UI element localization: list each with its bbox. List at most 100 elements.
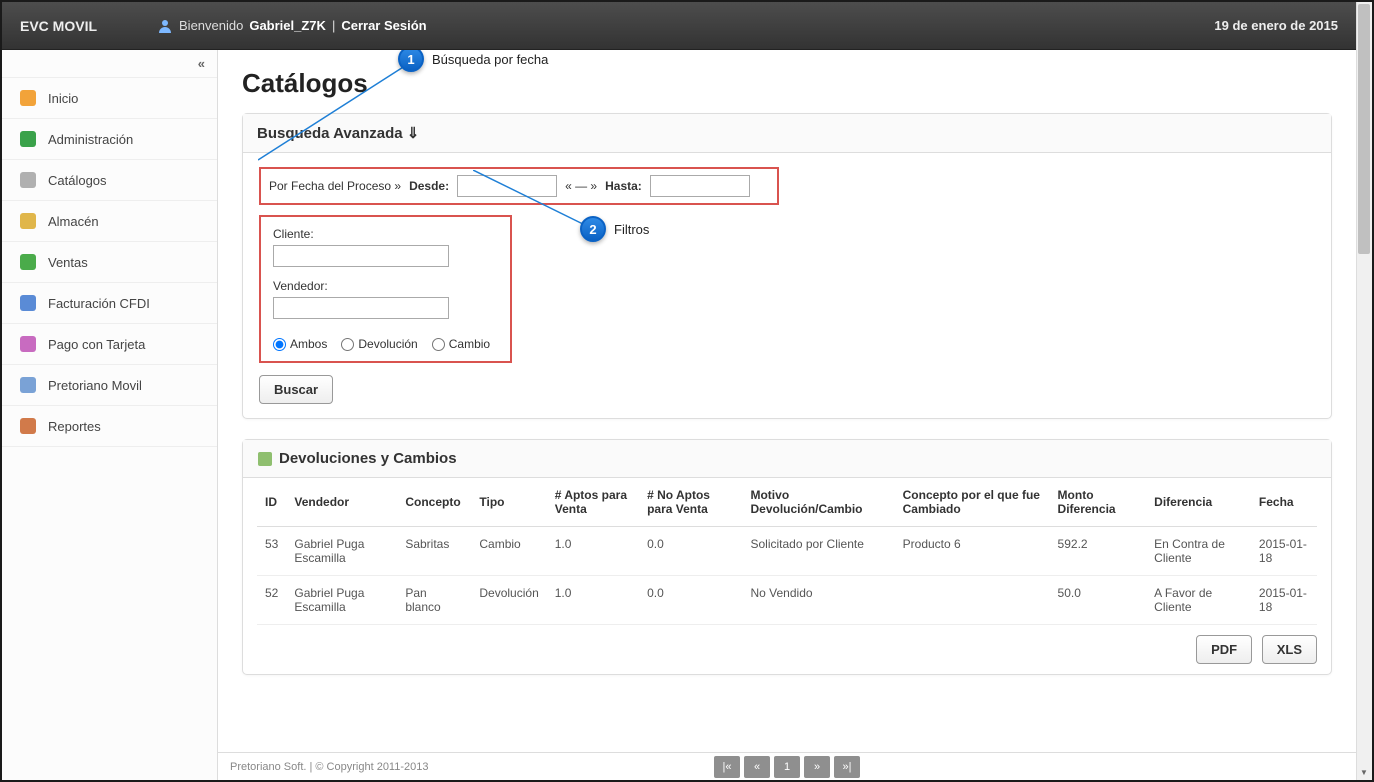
sales-icon (20, 254, 36, 270)
table-cell: 52 (257, 576, 286, 625)
sidebar-item-almacén[interactable]: Almacén (2, 201, 217, 242)
range-separator: « — » (565, 179, 597, 193)
mobile-icon (20, 377, 36, 393)
logout-link[interactable]: Cerrar Sesión (341, 18, 426, 33)
table-header: Diferencia (1146, 478, 1251, 527)
table-cell: Pan blanco (397, 576, 471, 625)
hasta-input[interactable] (650, 175, 750, 197)
username-label: Gabriel_Z7K (249, 18, 326, 33)
table-header: Tipo (471, 478, 546, 527)
callout-1-text: Búsqueda por fecha (432, 52, 548, 67)
table-cell: Gabriel Puga Escamilla (286, 576, 397, 625)
table-cell: 2015-01-18 (1251, 576, 1317, 625)
app-brand: EVC MOVIL (20, 18, 97, 34)
main-content: Catálogos 1 Búsqueda por fecha 2 Filtros… (218, 50, 1356, 780)
pager-page[interactable]: 1 (774, 756, 800, 778)
cliente-label: Cliente: (273, 227, 498, 241)
sidebar-item-label: Pago con Tarjeta (48, 337, 145, 352)
radio-ambos[interactable]: Ambos (273, 337, 327, 351)
hasta-label: Hasta: (605, 179, 642, 193)
search-button[interactable]: Buscar (259, 375, 333, 404)
pager-last[interactable]: »| (834, 756, 860, 778)
table-cell: 50.0 (1050, 576, 1147, 625)
window-scrollbar[interactable]: ▲ ▼ (1356, 2, 1372, 780)
date-filter-label: Por Fecha del Proceso » (269, 179, 401, 193)
sidebar-item-label: Catálogos (48, 173, 107, 188)
date-filter-group: Por Fecha del Proceso » Desde: « — » Has… (259, 167, 779, 205)
radio-cambio[interactable]: Cambio (432, 337, 490, 351)
radio-devolucion[interactable]: Devolución (341, 337, 417, 351)
sidebar-item-label: Pretoriano Movil (48, 378, 142, 393)
header-date: 19 de enero de 2015 (1214, 18, 1338, 33)
scroll-down-icon[interactable]: ▼ (1358, 766, 1370, 778)
admin-icon (20, 131, 36, 147)
pager-next[interactable]: » (804, 756, 830, 778)
table-cell: 0.0 (639, 527, 742, 576)
callout-2-badge: 2 (580, 216, 606, 242)
table-header: Fecha (1251, 478, 1317, 527)
sidebar-item-pago-con-tarjeta[interactable]: Pago con Tarjeta (2, 324, 217, 365)
table-cell: Sabritas (397, 527, 471, 576)
user-icon (157, 18, 173, 34)
sidebar-item-label: Almacén (48, 214, 99, 229)
export-pdf-button[interactable]: PDF (1196, 635, 1252, 664)
sidebar-item-label: Ventas (48, 255, 88, 270)
table-header: Monto Diferencia (1050, 478, 1147, 527)
desde-input[interactable] (457, 175, 557, 197)
table-cell: Cambio (471, 527, 546, 576)
sidebar-item-label: Inicio (48, 91, 78, 106)
table-header: Vendedor (286, 478, 397, 527)
table-cell: Solicitado por Cliente (742, 527, 894, 576)
card-icon (20, 336, 36, 352)
table-cell (895, 576, 1050, 625)
table-cell: 2015-01-18 (1251, 527, 1317, 576)
search-panel-header[interactable]: Busqueda Avanzada ⇓ (243, 114, 1331, 153)
export-xls-button[interactable]: XLS (1262, 635, 1317, 664)
returns-icon (257, 451, 273, 467)
table-cell: 1.0 (547, 576, 639, 625)
table-cell: 0.0 (639, 576, 742, 625)
pager-prev[interactable]: « (744, 756, 770, 778)
sidebar-item-label: Reportes (48, 419, 101, 434)
sidebar-item-catálogos[interactable]: Catálogos (2, 160, 217, 201)
sidebar-collapse[interactable]: « (2, 50, 217, 78)
callout-1-badge: 1 (398, 50, 424, 72)
callout-2-text: Filtros (614, 222, 649, 237)
sidebar-item-reportes[interactable]: Reportes (2, 406, 217, 447)
sidebar-item-label: Administración (48, 132, 133, 147)
table-header: Concepto por el que fue Cambiado (895, 478, 1050, 527)
vendedor-input[interactable] (273, 297, 449, 319)
home-icon (20, 90, 36, 106)
sidebar-item-administración[interactable]: Administración (2, 119, 217, 160)
type-radio-group: Ambos Devolución Cambio (273, 337, 498, 351)
table-cell: A Favor de Cliente (1146, 576, 1251, 625)
search-panel: Busqueda Avanzada ⇓ Por Fecha del Proces… (242, 113, 1332, 419)
footer: Pretoriano Soft. | © Copyright 2011-2013… (218, 752, 1356, 780)
table-row[interactable]: 53Gabriel Puga EscamillaSabritasCambio1.… (257, 527, 1317, 576)
pager-first[interactable]: |« (714, 756, 740, 778)
user-area: Bienvenido Gabriel_Z7K | Cerrar Sesión (157, 18, 427, 34)
table-header: # No Aptos para Venta (639, 478, 742, 527)
table-cell: Gabriel Puga Escamilla (286, 527, 397, 576)
export-row: PDF XLS (243, 625, 1331, 674)
scrollbar-thumb[interactable] (1358, 4, 1370, 254)
warehouse-icon (20, 213, 36, 229)
table-header: # Aptos para Venta (547, 478, 639, 527)
invoice-icon (20, 295, 36, 311)
callout-2: 2 Filtros (580, 216, 649, 242)
table-header: Motivo Devolución/Cambio (742, 478, 894, 527)
catalog-icon (20, 172, 36, 188)
sidebar-item-inicio[interactable]: Inicio (2, 78, 217, 119)
sidebar-item-facturación-cfdi[interactable]: Facturación CFDI (2, 283, 217, 324)
sidebar: « Inicio Administración Catálogos Almacén Ve… (2, 50, 218, 780)
table-cell: 53 (257, 527, 286, 576)
sidebar-item-ventas[interactable]: Ventas (2, 242, 217, 283)
table-row[interactable]: 52Gabriel Puga EscamillaPan blancoDevolu… (257, 576, 1317, 625)
table-header: ID (257, 478, 286, 527)
sidebar-item-pretoriano-movil[interactable]: Pretoriano Movil (2, 365, 217, 406)
table-cell: Devolución (471, 576, 546, 625)
results-panel-header: Devoluciones y Cambios (243, 440, 1331, 478)
results-table: IDVendedorConceptoTipo# Aptos para Venta… (257, 478, 1317, 625)
cliente-input[interactable] (273, 245, 449, 267)
table-cell: No Vendido (742, 576, 894, 625)
